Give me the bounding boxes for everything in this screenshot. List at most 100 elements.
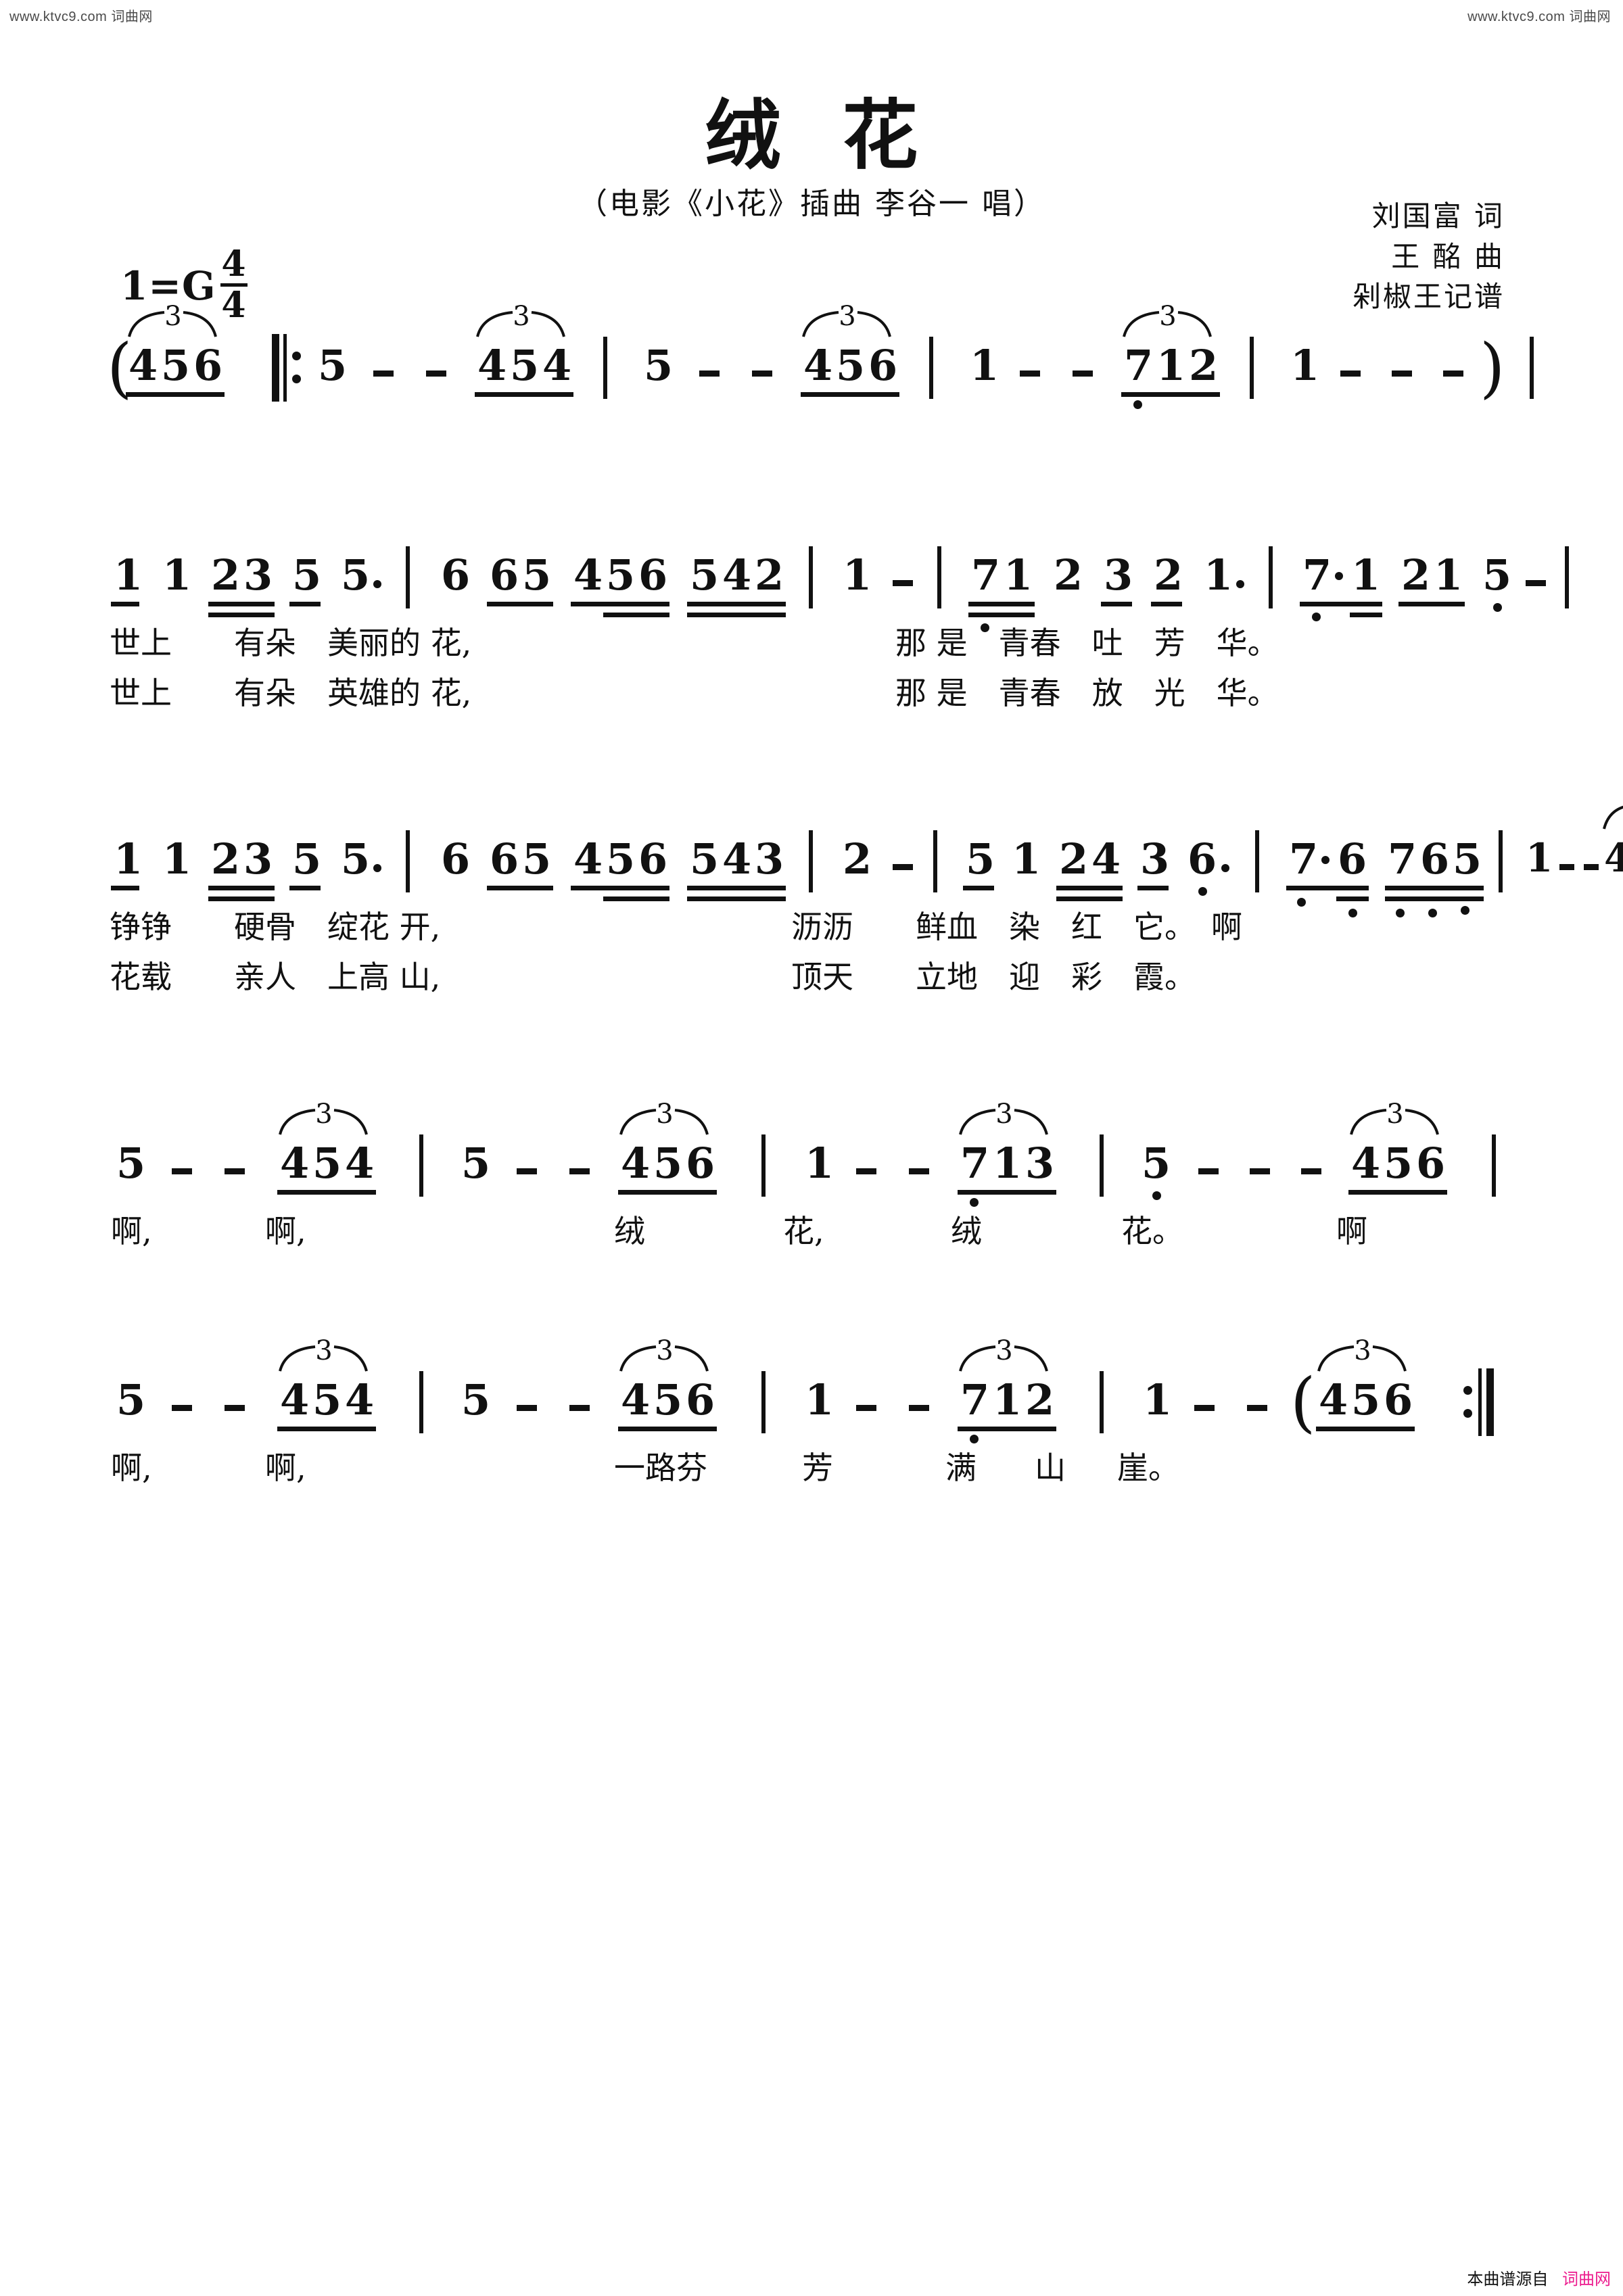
close-paren: ) [1480, 330, 1505, 406]
note: 4 [803, 341, 833, 390]
triplet-number: 3 [315, 1335, 333, 1366]
note: 1 [1156, 341, 1186, 390]
score-line-5: 5 3 4 5 4 5 3 4 5 6 1 3 7 1 2 1 (3 4 5 … [0, 1337, 1623, 1483]
note: 1 [1143, 1375, 1173, 1425]
lyric-text: 芳 [802, 1450, 833, 1486]
beam-line-2 [1350, 613, 1382, 617]
note-dash [1020, 370, 1040, 377]
bar-line [1100, 1371, 1104, 1433]
note-dash [893, 580, 913, 586]
note: 4 [621, 1375, 651, 1425]
octave-low-dot [1428, 909, 1437, 917]
note: 2 [843, 834, 872, 884]
note: 1 [805, 1375, 834, 1425]
note-dash [225, 1405, 245, 1411]
note: 4 [477, 341, 507, 390]
note: 5 [522, 834, 552, 884]
note-dash [1340, 370, 1361, 377]
note: 5 [606, 834, 636, 884]
note: 1 [114, 550, 143, 600]
note: 6 [1416, 1139, 1446, 1188]
note: 7 [960, 1375, 990, 1425]
note: 5 [312, 1139, 342, 1188]
note: 3 [1104, 550, 1133, 600]
triplet-number: 3 [1354, 1335, 1371, 1366]
bar-line [406, 830, 410, 892]
augmentation-dot [1236, 580, 1244, 588]
lyric-text: 啊, [265, 1213, 306, 1249]
note: 2 [1059, 834, 1089, 884]
beam-line-2 [208, 613, 275, 617]
note: 6 [1384, 1375, 1413, 1425]
note: 5 [1453, 834, 1482, 884]
note: 6 [638, 834, 668, 884]
time-signature: 4 4 [220, 246, 248, 322]
lyric-text: 铮铮 硬骨 绽花 开, [110, 909, 441, 945]
note: 4 [1319, 1375, 1348, 1425]
credit-transcriber: 剁椒王记谱 [1352, 280, 1505, 314]
beam-line [1137, 886, 1169, 890]
note: 4 [1351, 1139, 1381, 1188]
note-row-2: 1 1 2 3 5 5 6 6 5 4 5 6 5 4 2 1 7 1 2 3 … [0, 527, 1623, 632]
bar-line [1565, 546, 1569, 608]
note: 1 [114, 834, 143, 884]
note: 5 [461, 1375, 491, 1425]
note: 6 [868, 341, 898, 390]
credits-block: 刘国富 词 王 酩 曲 剁椒王记谱 [1352, 196, 1505, 317]
bar-line [1492, 1134, 1496, 1197]
note: 6 [441, 550, 471, 600]
note: 2 [1401, 550, 1431, 600]
lyric-text: 那 是 青春 放 光 华。 [895, 675, 1279, 711]
note-dash [1443, 370, 1463, 377]
note: 1 [970, 341, 999, 390]
note: 4 [280, 1139, 310, 1188]
triplet-arc-icon [1603, 805, 1623, 830]
beam-line [571, 886, 669, 890]
score-line-3: 1 1 2 3 5 5 6 6 5 4 5 6 5 4 3 2 5 1 2 4 … [0, 805, 1623, 992]
beam-line-2 [968, 613, 1035, 617]
note: 5 [292, 834, 322, 884]
beam-line [968, 602, 1035, 606]
bar-line [603, 337, 607, 399]
octave-low-dot [1198, 887, 1207, 896]
watermark-top-left: www.ktvc9.com 词曲网 [9, 5, 153, 25]
beam-line [487, 886, 553, 890]
beam-line-2 [687, 613, 786, 617]
lyric-text: 满 [945, 1450, 977, 1486]
footer-site-link[interactable]: 词曲网 [1562, 2270, 1611, 2289]
triplet-number: 3 [656, 1099, 674, 1130]
note: 1 [1004, 550, 1033, 600]
note: 1 [1204, 550, 1233, 600]
lyric-text: 那 是 青春 吐 芳 华。 [895, 625, 1279, 661]
beam-line [487, 602, 553, 606]
lyric-text: 啊, [265, 1450, 306, 1486]
bar-line [1269, 546, 1273, 608]
page-title: 绒 花 [705, 91, 936, 180]
beam-line [1056, 886, 1123, 890]
bar-line [419, 1371, 423, 1433]
triplet-number: 3 [839, 301, 856, 332]
octave-low-dot [970, 1435, 979, 1443]
bar-line [933, 830, 937, 892]
bar-line [761, 1134, 766, 1197]
note-dash [172, 1168, 192, 1174]
note: 3 [243, 550, 273, 600]
lyric-text: 花载 亲人 上高 山, [110, 959, 441, 995]
octave-low-dot [1348, 909, 1357, 917]
note: 7 [1302, 550, 1332, 600]
octave-low-dot [1312, 613, 1321, 621]
note-dash [172, 1405, 192, 1411]
note: 4 [573, 834, 603, 884]
note: 2 [211, 550, 241, 600]
note: 6 [193, 341, 223, 390]
note: 1 [1434, 550, 1463, 600]
bar-line [1499, 830, 1503, 892]
note: 2 [1025, 1375, 1055, 1425]
beam-line-2 [1056, 896, 1123, 901]
bar-line [1530, 337, 1534, 399]
augmentation-dot [373, 580, 381, 588]
lyric-text: 沥沥 鲜血 染 红 它。 啊 [791, 909, 1242, 945]
note: 7 [1124, 341, 1154, 390]
note: 4 [722, 834, 752, 884]
beam-line [1286, 886, 1369, 890]
